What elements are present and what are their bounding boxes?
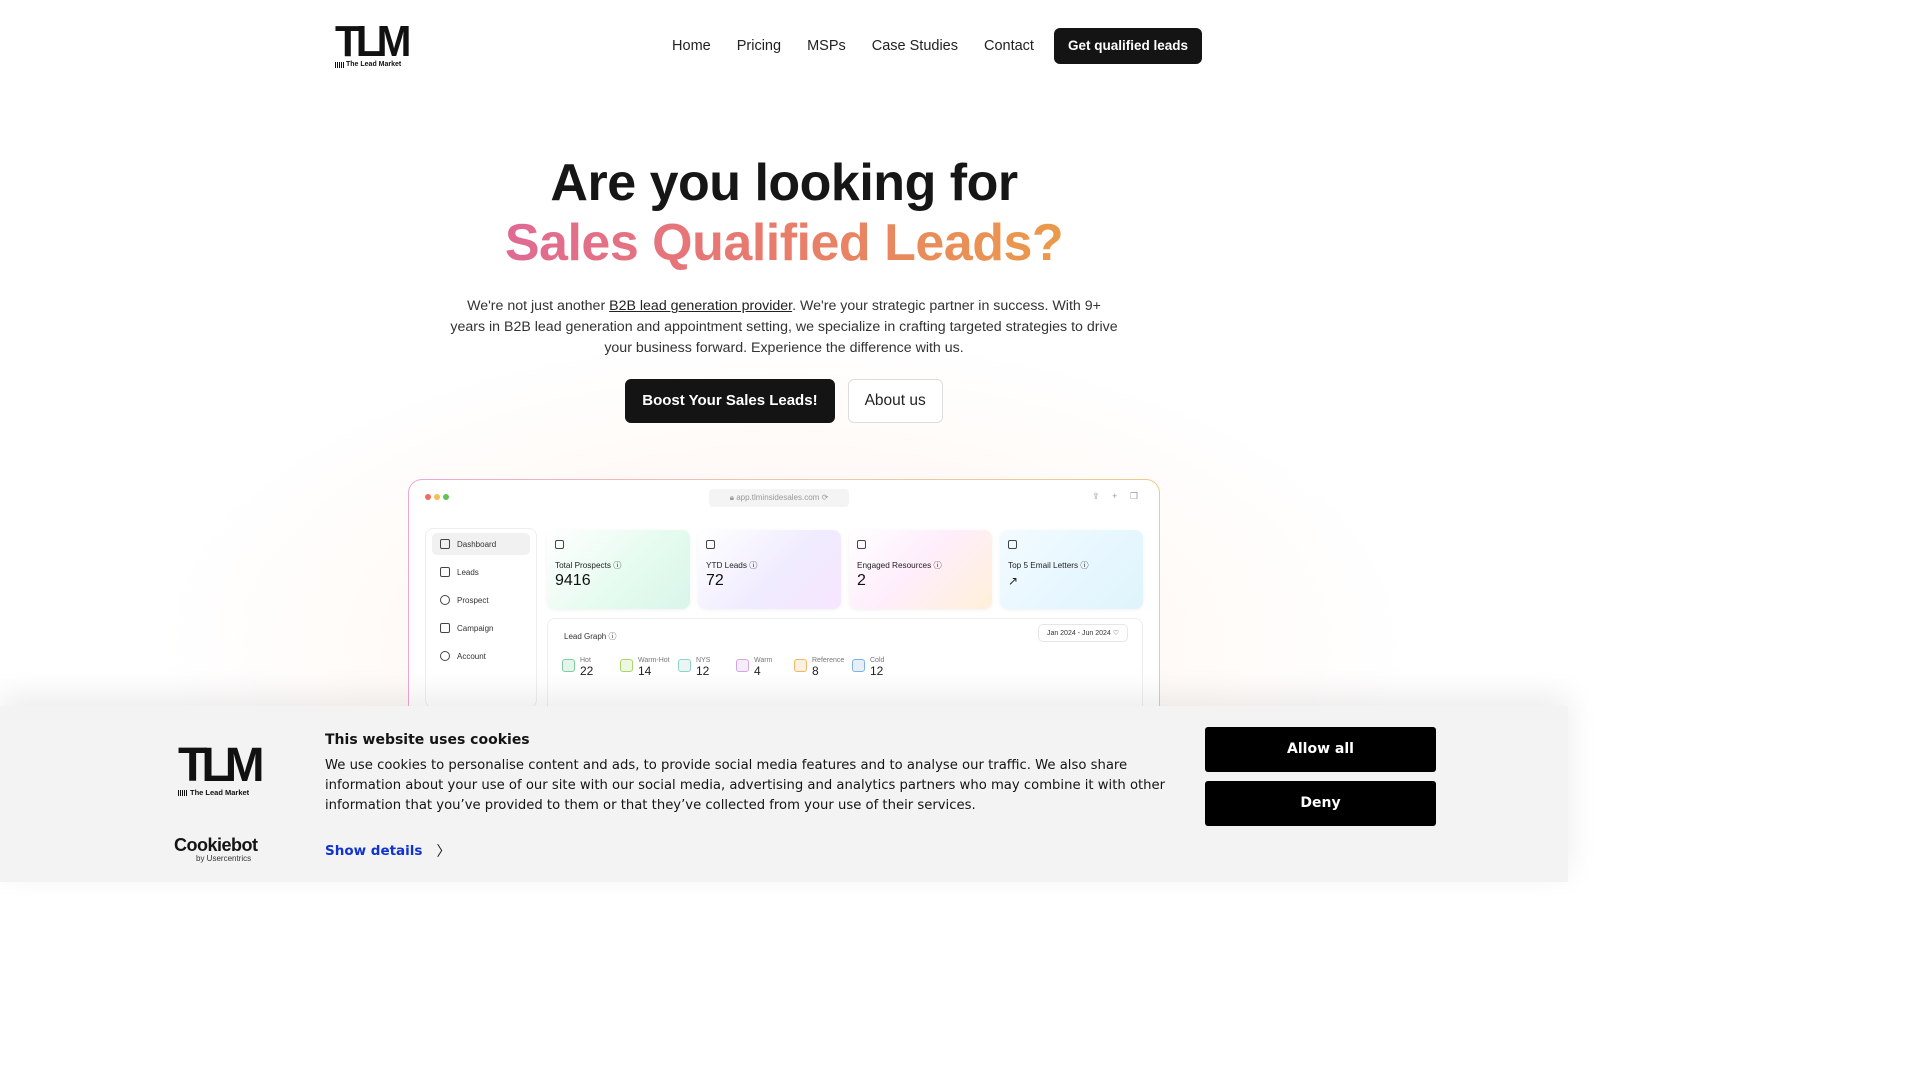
cookiebot-logo[interactable]: Cookiebot by Usercentrics <box>174 836 258 863</box>
mountain-icon <box>440 623 450 633</box>
get-qualified-leads-button[interactable]: Get qualified leads <box>1053 28 1202 64</box>
mail-icon <box>1008 540 1017 549</box>
browser-action-icons: ⇪ + ❐ <box>1092 491 1143 501</box>
lead-status-reference: Reference 8 <box>794 657 852 678</box>
sidebar-item-dashboard: Dashboard <box>432 533 530 555</box>
cookie-banner-text: We use cookies to personalise content an… <box>325 758 1166 813</box>
cookie-banner-title: This website uses cookies <box>325 732 530 748</box>
barcode-icon <box>178 789 188 796</box>
nav-pricing[interactable]: Pricing <box>737 38 781 54</box>
sidebar-item-leads: Leads <box>432 561 530 583</box>
ytd-leads-card: YTD Leads ⓘ 72 <box>698 530 841 609</box>
nav-home[interactable]: Home <box>672 38 711 54</box>
lead-status-warm-hot: Warm-Hot 14 <box>620 657 678 678</box>
top-email-letters-card: Top 5 Email Letters ⓘ ↗ <box>1000 530 1143 609</box>
site-header: TLM The Lead Market Home Pricing MSPs Ca… <box>0 0 1568 90</box>
allow-all-button[interactable]: Allow all <box>1205 727 1436 772</box>
stat-cards: Total Prospects ⓘ 9416 YTD Leads ⓘ 72 En… <box>547 530 1143 609</box>
dashboard-preview: 🔒︎ app.tlminsidesales.com ⟳ ⇪ + ❐ Dashbo… <box>408 479 1160 719</box>
status-icon <box>736 659 749 672</box>
hero-actions: Boost Your Sales Leads! About us <box>0 379 1568 423</box>
minimize-dot-icon <box>434 494 440 500</box>
b2b-lead-generation-link[interactable]: B2B lead generation provider <box>609 298 792 314</box>
site-logo[interactable]: TLM The Lead Market <box>335 17 411 68</box>
about-us-button[interactable]: About us <box>847 379 943 423</box>
status-icon <box>620 659 633 672</box>
calendar-icon <box>706 540 715 549</box>
nav-contact[interactable]: Contact <box>984 38 1034 54</box>
nav-case-studies[interactable]: Case Studies <box>872 38 958 54</box>
flag-icon <box>440 567 450 577</box>
user-icon <box>440 651 450 661</box>
lead-graph-title: Lead Graph ⓘ <box>564 632 617 641</box>
sidebar-item-campaign: Campaign <box>432 617 530 639</box>
lead-status-hot: Hot 22 <box>562 657 620 678</box>
hero-title-line2: Sales Qualified Leads? <box>504 214 1064 272</box>
close-dot-icon <box>425 494 431 500</box>
lead-status-cold: Cold 12 <box>852 657 910 678</box>
chevron-right-icon: 〉 <box>436 844 451 860</box>
total-prospects-card: Total Prospects ⓘ 9416 <box>547 530 690 609</box>
sidebar-item-account: Account <box>432 645 530 667</box>
hero-description: We're not just another B2B lead generati… <box>450 298 1118 356</box>
grid-icon <box>440 539 450 549</box>
main-nav: Home Pricing MSPs Case Studies Contact G… <box>672 28 1228 64</box>
window-controls <box>425 494 449 500</box>
engaged-resources-card: Engaged Resources ⓘ 2 <box>849 530 992 609</box>
status-icon <box>852 659 865 672</box>
logo-mark: TLM <box>335 17 411 66</box>
lead-status-warm: Warm 4 <box>736 657 794 678</box>
status-icon <box>678 659 691 672</box>
date-range-selector: Jan 2024 - Jun 2024 ♡ <box>1037 624 1128 642</box>
url-bar: 🔒︎ app.tlminsidesales.com ⟳ <box>709 489 849 507</box>
show-details-link[interactable]: Show details 〉 <box>325 841 450 861</box>
boost-sales-leads-button[interactable]: Boost Your Sales Leads! <box>625 379 835 423</box>
lead-status-nys: NYS 12 <box>678 657 736 678</box>
lead-graph-panel: Lead Graph ⓘ Jan 2024 - Jun 2024 ♡ Hot 22… <box>547 618 1143 718</box>
user-check-icon <box>555 540 564 549</box>
status-icon <box>794 659 807 672</box>
deny-button[interactable]: Deny <box>1205 781 1436 826</box>
user-icon <box>857 540 866 549</box>
dashboard-sidebar: Dashboard Leads Prospect Campaign Accoun… <box>425 528 537 708</box>
status-icon <box>562 659 575 672</box>
nav-msps[interactable]: MSPs <box>807 38 846 54</box>
sidebar-item-prospect: Prospect <box>432 589 530 611</box>
hero-title-line1: Are you looking for <box>550 154 1018 212</box>
cookie-banner-logo: TLM The Lead Market <box>178 739 265 797</box>
maximize-dot-icon <box>443 494 449 500</box>
arrow-up-right-icon: ↗ <box>1008 574 1019 588</box>
cookie-banner: TLM The Lead Market Cookiebot by Usercen… <box>0 706 1568 882</box>
target-icon <box>440 595 450 605</box>
lead-status-list: Hot 22 Warm-Hot 14 NYS 12 Warm 4 Reference 8 Cold 1… <box>562 657 910 678</box>
